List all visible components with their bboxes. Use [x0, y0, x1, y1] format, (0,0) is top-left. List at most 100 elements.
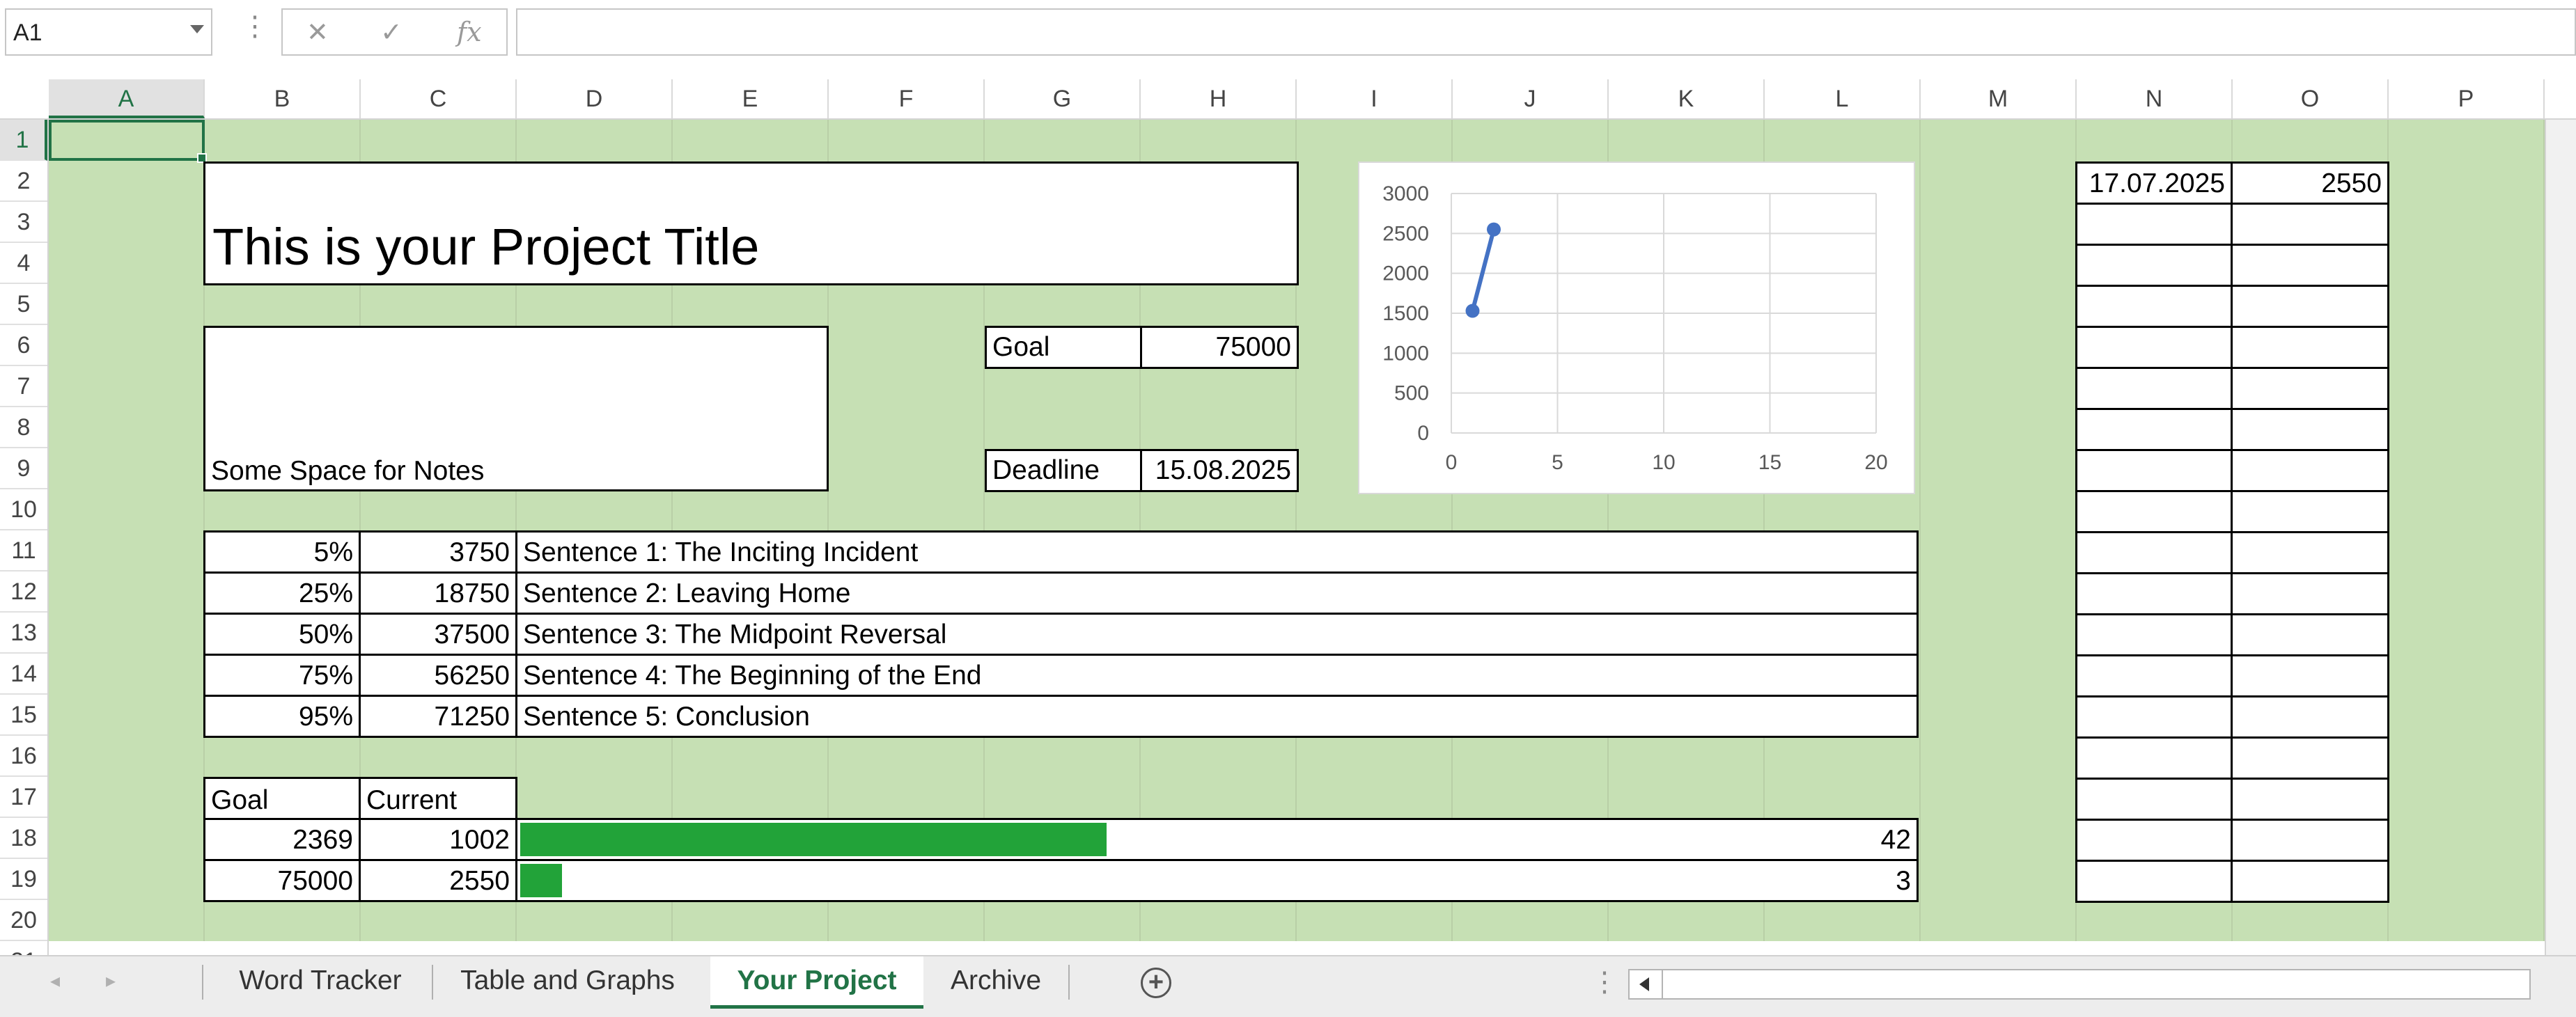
function-icon[interactable]: fx [457, 17, 482, 47]
row-header-10[interactable]: 10 [0, 489, 47, 530]
milestone-label[interactable]: Sentence 1: The Inciting Incident [515, 530, 1919, 574]
milestone-percent[interactable]: 25% [203, 571, 361, 615]
log-date-cell[interactable] [2075, 490, 2233, 533]
deadline-label-cell[interactable]: Deadline [985, 449, 1142, 492]
log-value-cell[interactable] [2231, 490, 2389, 533]
log-date-cell[interactable] [2075, 285, 2233, 328]
milestone-label[interactable]: Sentence 4: The Beginning of the End [515, 654, 1919, 697]
log-value-cell[interactable] [2231, 860, 2389, 903]
row-header-2[interactable]: 2 [0, 161, 47, 202]
sheet-grid[interactable]: This is your Project Title Some Space fo… [49, 120, 2545, 941]
row-header-3[interactable]: 3 [0, 202, 47, 243]
progress-current-header[interactable]: Current [359, 777, 517, 820]
log-date-cell[interactable] [2075, 860, 2233, 903]
row-header-5[interactable]: 5 [0, 284, 47, 325]
log-value-cell[interactable] [2231, 408, 2389, 451]
goal-value-cell[interactable]: 75000 [1140, 326, 1299, 369]
column-header-m[interactable]: M [1921, 79, 2077, 118]
formula-input[interactable] [516, 8, 2576, 56]
log-value-cell[interactable] [2231, 736, 2389, 780]
log-value-cell[interactable] [2231, 819, 2389, 862]
add-sheet-icon[interactable]: + [1141, 968, 1171, 998]
milestone-words[interactable]: 56250 [359, 654, 517, 697]
project-title-box[interactable]: This is your Project Title [203, 161, 1299, 285]
milestone-label[interactable]: Sentence 2: Leaving Home [515, 571, 1919, 615]
goal-label-cell[interactable]: Goal [985, 326, 1142, 369]
tab-word-tracker[interactable]: Word Tracker [209, 956, 432, 1005]
vertical-scrollbar[interactable] [2545, 120, 2576, 955]
milestone-words[interactable]: 18750 [359, 571, 517, 615]
row-header-4[interactable]: 4 [0, 243, 47, 284]
milestone-label[interactable]: Sentence 5: Conclusion [515, 695, 1919, 738]
log-date-cell[interactable] [2075, 778, 2233, 821]
row-header-9[interactable]: 9 [0, 448, 47, 489]
row-header-8[interactable]: 8 [0, 407, 47, 448]
column-header-n[interactable]: N [2077, 79, 2233, 118]
log-date-cell[interactable] [2075, 654, 2233, 697]
row-header-16[interactable]: 16 [0, 736, 47, 777]
column-header-b[interactable]: B [205, 79, 361, 118]
column-header-o[interactable]: O [2233, 79, 2389, 118]
column-header-h[interactable]: H [1141, 79, 1297, 118]
log-date-cell[interactable] [2075, 408, 2233, 451]
log-date-cell[interactable] [2075, 695, 2233, 739]
log-date-cell[interactable] [2075, 531, 2233, 574]
milestone-percent[interactable]: 50% [203, 613, 361, 656]
row-header-19[interactable]: 19 [0, 859, 47, 900]
row-header-17[interactable]: 17 [0, 777, 47, 818]
log-date-cell[interactable] [2075, 572, 2233, 615]
scroll-left-icon[interactable] [1630, 970, 1663, 998]
more-vertical-icon[interactable]: ⋮ [1591, 966, 1618, 998]
name-box[interactable]: A1 [5, 8, 212, 56]
column-header-p[interactable]: P [2389, 79, 2545, 118]
log-value-cell[interactable] [2231, 285, 2389, 328]
column-header-a[interactable]: A [49, 79, 205, 118]
more-vertical-icon[interactable]: ⋮ [241, 13, 269, 40]
log-date-cell[interactable] [2075, 367, 2233, 410]
horizontal-scrollbar[interactable] [1628, 969, 2531, 1000]
tab-scroll-left-icon[interactable]: ◂ [50, 969, 60, 992]
column-header-g[interactable]: G [985, 79, 1141, 118]
progress-bar[interactable]: 42 [515, 818, 1919, 861]
word-count-chart[interactable]: 0 500 1000 1500 2000 2500 3000 0 5 10 15 20 [1358, 161, 1915, 494]
log-value-cell[interactable] [2231, 572, 2389, 615]
log-date-cell[interactable] [2075, 326, 2233, 369]
milestone-words[interactable]: 37500 [359, 613, 517, 656]
column-header-i[interactable]: I [1297, 79, 1453, 118]
log-value-cell[interactable] [2231, 654, 2389, 697]
milestone-words[interactable]: 71250 [359, 695, 517, 738]
deadline-value-cell[interactable]: 15.08.2025 [1140, 449, 1299, 492]
progress-bar[interactable]: 3 [515, 859, 1919, 902]
notes-box[interactable]: Some Space for Notes [203, 326, 829, 491]
log-value-cell[interactable] [2231, 531, 2389, 574]
log-value-cell[interactable] [2231, 367, 2389, 410]
row-header-14[interactable]: 14 [0, 654, 47, 695]
column-header-c[interactable]: C [361, 79, 517, 118]
enter-icon[interactable]: ✓ [380, 17, 403, 48]
milestone-label[interactable]: Sentence 3: The Midpoint Reversal [515, 613, 1919, 656]
log-date-cell[interactable] [2075, 819, 2233, 862]
milestone-percent[interactable]: 95% [203, 695, 361, 738]
log-date-cell[interactable] [2075, 736, 2233, 780]
active-cell-a1[interactable] [49, 120, 207, 163]
log-date-cell[interactable] [2075, 613, 2233, 656]
tab-table-and-graphs[interactable]: Table and Graphs [439, 956, 696, 1005]
progress-current-value[interactable]: 1002 [359, 818, 517, 861]
tab-archive[interactable]: Archive [926, 956, 1065, 1005]
log-value-cell[interactable] [2231, 613, 2389, 656]
progress-current-value[interactable]: 2550 [359, 859, 517, 902]
log-date-cell[interactable]: 17.07.2025 [2075, 161, 2233, 205]
row-header-6[interactable]: 6 [0, 325, 47, 366]
progress-goal-value[interactable]: 2369 [203, 818, 361, 861]
log-value-cell[interactable] [2231, 244, 2389, 287]
log-value-cell[interactable] [2231, 695, 2389, 739]
row-header-7[interactable]: 7 [0, 366, 47, 407]
progress-goal-header[interactable]: Goal [203, 777, 361, 820]
row-header-15[interactable]: 15 [0, 695, 47, 736]
column-header-l[interactable]: L [1765, 79, 1921, 118]
column-header-d[interactable]: D [517, 79, 673, 118]
row-header-12[interactable]: 12 [0, 571, 47, 613]
column-header-j[interactable]: J [1453, 79, 1609, 118]
milestone-percent[interactable]: 5% [203, 530, 361, 574]
log-date-cell[interactable] [2075, 449, 2233, 492]
